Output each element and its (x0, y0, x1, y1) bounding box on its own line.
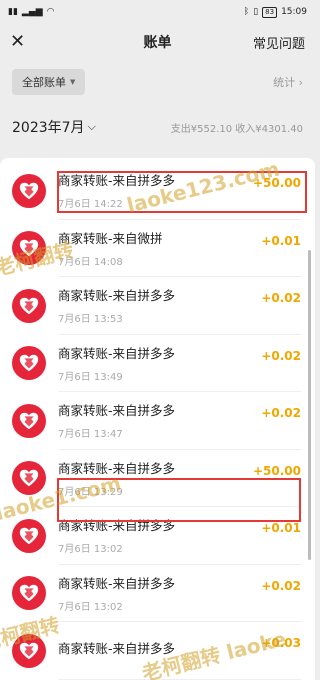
transaction-title: 商家转账-来自微拼 (58, 230, 163, 246)
close-icon[interactable]: ✕ (10, 33, 34, 51)
month-label: 2023年7月 (12, 120, 85, 136)
merchant-logo-icon (12, 231, 46, 266)
transaction-row[interactable]: 商家转账-来自拼多多 7月6日 13:29 +50.00 (0, 450, 315, 507)
transaction-title: 商家转账-来自拼多多 (58, 460, 176, 476)
month-totals: 支出¥552.10 收入¥4301.40 (170, 123, 303, 135)
chevron-down-icon: ⌵ (87, 120, 96, 133)
scrollbar[interactable] (308, 250, 311, 560)
transaction-row[interactable]: 商家转账-来自拼多多 7月6日 13:02 +0.02 (0, 565, 315, 622)
transaction-time: 7月6日 13:47 (58, 429, 123, 441)
transaction-body: 商家转账-来自拼多多 7月6日 14:22 +50.00 (58, 162, 301, 220)
signal-icon: ▂▄▆ (21, 7, 43, 17)
transaction-texts: 商家转账-来自拼多多 7月6日 13:29 (58, 458, 175, 498)
filter-row: 全部账单 ▼ 统计 › (0, 60, 315, 104)
bluetooth-icon: ᛒ (243, 7, 250, 17)
transaction-body: 商家转账-来自拼多多 7月6日 13:49 +0.02 (58, 335, 301, 392)
transaction-texts: 商家转账-来自拼多多 7月6日 13:47 (58, 400, 175, 440)
merchant-logo-icon (12, 173, 46, 208)
transaction-time: 7月6日 14:08 (58, 256, 123, 268)
status-right: ᛒ ▯ 83 15:09 (243, 6, 307, 18)
merchant-logo-icon (12, 633, 46, 668)
status-left: ▮▮ ▂▄▆ ◠ (8, 7, 55, 17)
transaction-time: 7月6日 13:29 (58, 486, 123, 498)
transaction-row[interactable]: 商家转账-来自拼多多 7月6日 13:02 +0.01 (0, 507, 315, 565)
transaction-amount: +0.02 (261, 578, 301, 593)
transaction-list: 商家转账-来自拼多多 7月6日 14:22 +50.00 商家转账-来自微拼 7月6日 … (0, 158, 315, 680)
transaction-body: 商家转账-来自拼多多 7月6日 13:53 +0.02 (58, 277, 301, 335)
transaction-title: 商家转账-来自拼多多 (58, 173, 176, 189)
transaction-title: 商家转账-来自拼多多 (58, 288, 176, 304)
merchant-logo-icon (12, 461, 46, 496)
transaction-texts: 商家转账-来自拼多多 7月6日 13:49 (58, 343, 175, 383)
transaction-row[interactable]: 商家转账-来自微拼 7月6日 14:08 +0.01 (0, 220, 315, 277)
transaction-row[interactable]: 商家转账-来自拼多多 7月6日 13:49 +0.02 (0, 335, 315, 392)
transaction-amount: +50.00 (252, 463, 301, 478)
merchant-logo-icon (12, 288, 46, 323)
transaction-amount: +0.02 (261, 291, 301, 306)
transaction-title: 商家转账-来自拼多多 (58, 518, 176, 534)
month-selector[interactable]: 2023年7月 ⌵ (12, 117, 96, 137)
transaction-row[interactable]: 商家转账-来自拼多多 +0.03 (0, 622, 315, 680)
wifi-icon: ◠ (46, 7, 55, 17)
transaction-texts: 商家转账-来自拼多多 (58, 638, 175, 663)
transaction-row[interactable]: 商家转账-来自拼多多 7月6日 14:22 +50.00 (0, 162, 315, 220)
sim-icon: ▮▮ (8, 7, 18, 17)
merchant-logo-icon (12, 576, 46, 611)
status-bar: ▮▮ ▂▄▆ ◠ ᛒ ▯ 83 15:09 (0, 0, 315, 24)
transaction-title: 商家转账-来自拼多多 (58, 403, 176, 419)
transaction-amount: +50.00 (252, 176, 301, 191)
transaction-time: 7月6日 14:22 (58, 199, 123, 211)
merchant-logo-icon (12, 346, 46, 381)
transaction-time: 7月6日 13:53 (58, 314, 123, 326)
transaction-texts: 商家转账-来自微拼 7月6日 14:08 (58, 228, 163, 268)
transaction-body: 商家转账-来自拼多多 +0.03 (58, 622, 301, 680)
transaction-amount: +0.01 (261, 521, 301, 536)
transaction-texts: 商家转账-来自拼多多 7月6日 14:22 (58, 170, 175, 210)
bill-filter-button[interactable]: 全部账单 ▼ (12, 69, 86, 95)
transaction-title: 商家转账-来自拼多多 (58, 640, 176, 656)
transaction-body: 商家转账-来自拼多多 7月6日 13:47 +0.02 (58, 392, 301, 450)
caret-down-icon: ▼ (70, 78, 76, 86)
transaction-body: 商家转账-来自拼多多 7月6日 13:29 +50.00 (58, 450, 301, 507)
transaction-amount: +0.02 (261, 406, 301, 421)
transaction-row[interactable]: 商家转账-来自拼多多 7月6日 13:53 +0.02 (0, 277, 315, 335)
transaction-time: 7月6日 13:02 (58, 544, 123, 556)
vibrate-icon: ▯ (253, 7, 259, 17)
battery-icon: 83 (262, 6, 278, 18)
merchant-logo-icon (12, 518, 46, 553)
transaction-amount: +0.01 (261, 233, 301, 248)
transaction-amount: +0.03 (261, 636, 301, 651)
transaction-texts: 商家转账-来自拼多多 7月6日 13:02 (58, 573, 175, 613)
transaction-title: 商家转账-来自拼多多 (58, 345, 176, 361)
stats-link[interactable]: 统计 › (273, 74, 303, 90)
transaction-texts: 商家转账-来自拼多多 7月6日 13:53 (58, 285, 175, 325)
transaction-time: 7月6日 13:02 (58, 601, 123, 613)
month-row: 2023年7月 ⌵ 支出¥552.10 收入¥4301.40 (0, 104, 315, 150)
transaction-title: 商家转账-来自拼多多 (58, 575, 176, 591)
transaction-amount: +0.02 (261, 348, 301, 363)
transaction-row[interactable]: 商家转账-来自拼多多 7月6日 13:47 +0.02 (0, 392, 315, 450)
transaction-texts: 商家转账-来自拼多多 7月6日 13:02 (58, 515, 175, 555)
bill-filter-label: 全部账单 (22, 76, 66, 89)
transaction-body: 商家转账-来自微拼 7月6日 14:08 +0.01 (58, 220, 301, 277)
transaction-time: 7月6日 13:49 (58, 371, 123, 383)
merchant-logo-icon (12, 403, 46, 438)
transaction-body: 商家转账-来自拼多多 7月6日 13:02 +0.01 (58, 507, 301, 565)
transaction-body: 商家转账-来自拼多多 7月6日 13:02 +0.02 (58, 565, 301, 622)
nav-bar: ✕ 账单 常见问题 (0, 24, 315, 60)
clock: 15:09 (281, 7, 307, 17)
faq-link[interactable]: 常见问题 (253, 33, 305, 52)
